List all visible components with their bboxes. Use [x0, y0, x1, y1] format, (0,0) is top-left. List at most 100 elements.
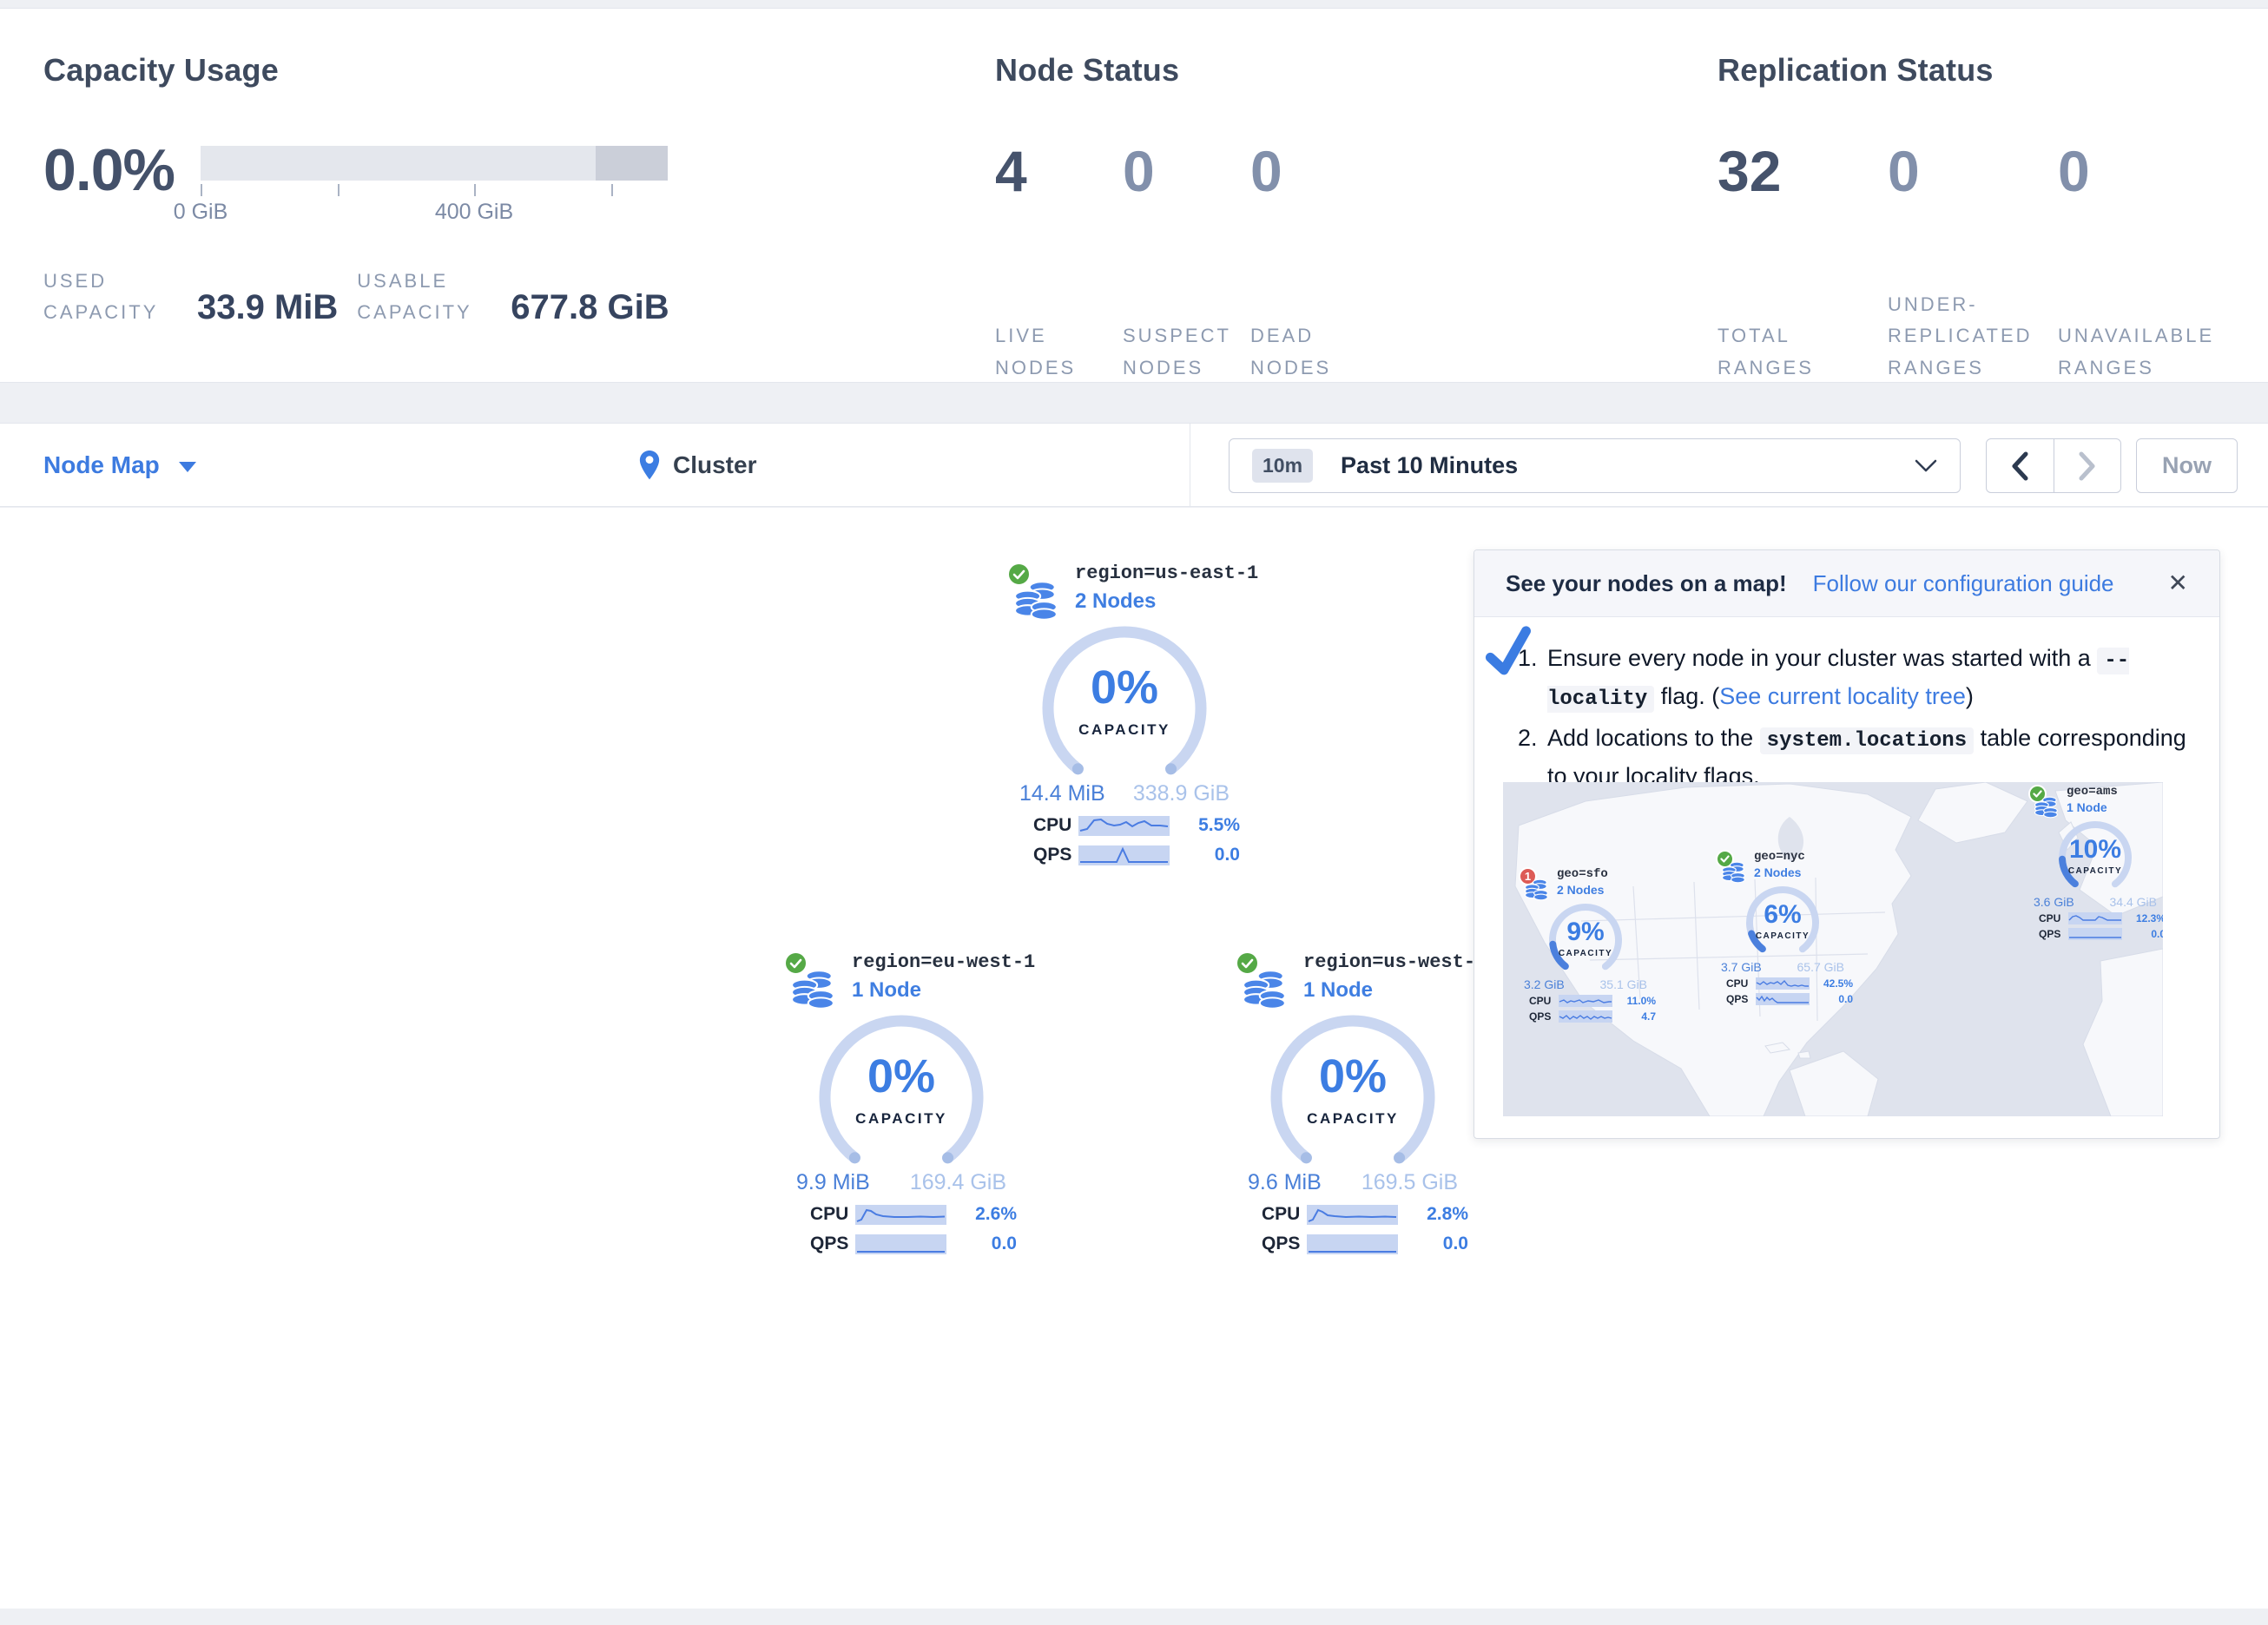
node-total-capacity: 35.1 GiB	[1600, 977, 1647, 991]
under-replicated-ranges-count: 0	[1888, 139, 1920, 203]
cpu-value: 11.0%	[1627, 995, 1656, 1007]
cpu-value: 5.5%	[1198, 815, 1240, 836]
qps-value: 0.0	[992, 1234, 1017, 1254]
node-status-title: Node Status	[995, 52, 1698, 89]
qps-sparkline	[1307, 1234, 1398, 1254]
qps-sparkline	[2068, 928, 2122, 940]
configuration-guide-link[interactable]: Follow our configuration guide	[1813, 570, 2114, 597]
region-total-capacity: 338.9 GiB	[1133, 781, 1230, 806]
node-total-capacity: 34.4 GiB	[2110, 895, 2157, 909]
map-node-count: 2 Nodes	[1557, 883, 1658, 897]
map-node-count: 1 Node	[2067, 800, 2163, 814]
cpu-label: CPU	[2039, 912, 2068, 924]
time-range-badge: 10m	[1252, 449, 1313, 483]
node-map-page: Capacity Usage 0.0% 0 GiB 400 Gi	[0, 0, 2268, 1625]
node-status-section: Node Status 4 0 0 LIVE NODES SUSPECT NOD…	[981, 52, 1698, 382]
qps-label: QPS	[1726, 993, 1756, 1005]
time-step-back-button[interactable]	[1987, 439, 2054, 492]
map-toolbar: Node Map Cluster 10m Past 10 Minutes	[0, 423, 2268, 507]
gauge-capacity-label: CAPACITY	[1538, 949, 1633, 958]
chevron-down-icon	[1915, 459, 1937, 473]
node-used-capacity: 3.2 GiB	[1524, 977, 1565, 991]
capacity-percent: 0.0%	[43, 141, 175, 200]
capacity-gauge: 0% CAPACITY	[810, 1015, 992, 1168]
dead-nodes-label: DEAD NODES	[1250, 325, 1331, 378]
qps-metric-row: QPS 0.0	[1262, 1234, 1468, 1254]
view-selector-dropdown[interactable]: Node Map	[43, 424, 196, 506]
gauge-capacity-label: CAPACITY	[1735, 931, 1830, 941]
gauge-percent: 0%	[810, 1053, 992, 1100]
locality-tree-link[interactable]: See current locality tree	[1719, 683, 1966, 709]
dead-nodes-count: 0	[1250, 139, 1282, 203]
now-button[interactable]: Now	[2136, 438, 2238, 493]
axis-label-400gib: 400 GiB	[435, 200, 513, 225]
cpu-metric-row: CPU 5.5%	[1033, 815, 1240, 836]
time-range-dropdown[interactable]: 10m Past 10 Minutes	[1229, 438, 1961, 493]
region-card-us-east-1[interactable]: region=us-east-1 2 Nodes 0% CAPACITY 14.…	[1007, 562, 1278, 865]
qps-value: 0.0	[2151, 928, 2163, 940]
capacity-bar-track	[201, 146, 668, 181]
chevron-right-icon	[2078, 451, 2097, 481]
region-card-eu-west-1[interactable]: region=eu-west-1 1 Node 0% CAPACITY 9.9 …	[784, 951, 1055, 1254]
capacity-gauge: 6% CAPACITY	[1735, 883, 1830, 960]
usable-capacity-metric: USABLE CAPACITY 677.8 GiB	[357, 266, 669, 329]
close-icon[interactable]: ✕	[2168, 571, 2188, 595]
map-node-name: geo=nyc	[1754, 850, 1855, 864]
cpu-value: 12.3%	[2136, 912, 2163, 924]
cpu-value: 2.8%	[1427, 1204, 1468, 1225]
region-used-capacity: 9.9 MiB	[796, 1170, 870, 1195]
gauge-percent: 0%	[1262, 1053, 1444, 1100]
gauge-capacity-label: CAPACITY	[1033, 721, 1216, 739]
live-nodes-count: 4	[995, 139, 1027, 203]
qps-sparkline	[855, 1234, 946, 1254]
gauge-percent: 10%	[2047, 837, 2143, 863]
used-capacity-label: USED CAPACITY	[43, 266, 195, 329]
qps-sparkline	[1078, 845, 1170, 865]
cpu-sparkline	[855, 1205, 946, 1225]
usable-capacity-value: 677.8 GiB	[511, 288, 669, 329]
step-done-check-icon	[1483, 626, 1537, 680]
region-used-capacity: 9.6 MiB	[1248, 1170, 1322, 1195]
replication-status-section: Replication Status 32 0 0 TOTAL RANGES U…	[1698, 52, 2268, 382]
map-node-geo-ams: geo=ams 1 Node 10% CAPACITY	[2028, 785, 2163, 940]
used-capacity-metric: USED CAPACITY 33.9 MiB	[43, 266, 338, 329]
cpu-sparkline	[1307, 1205, 1398, 1225]
nodes-on-map-popup: See your nodes on a map! Follow our conf…	[1474, 549, 2220, 1139]
region-used-capacity: 14.4 MiB	[1019, 781, 1105, 806]
node-used-capacity: 3.6 GiB	[2034, 895, 2074, 909]
gauge-capacity-label: CAPACITY	[2047, 866, 2143, 876]
capacity-gauge: 0% CAPACITY	[1033, 626, 1216, 780]
qps-label: QPS	[1529, 1010, 1559, 1023]
cpu-value: 42.5%	[1823, 977, 1853, 990]
qps-label: QPS	[2039, 928, 2068, 940]
region-node-count: 2 Nodes	[1075, 589, 1278, 614]
caret-down-icon	[179, 462, 196, 472]
cluster-summary-panel: Capacity Usage 0.0% 0 GiB 400 Gi	[0, 8, 2268, 383]
cpu-label: CPU	[1033, 815, 1078, 836]
capacity-gauge: 9% CAPACITY	[1538, 900, 1633, 977]
time-step-forward-button[interactable]	[2054, 439, 2121, 492]
node-total-capacity: 65.7 GiB	[1797, 960, 1844, 974]
unavailable-ranges-label: UNAVAILABLE RANGES	[2058, 325, 2214, 378]
region-name: region=us-east-1	[1075, 562, 1278, 584]
capacity-bar-reserved-segment	[596, 146, 668, 181]
map-node-geo-sfo: 1 geo=sfo 2 Nodes 9% CAPACITY	[1519, 867, 1658, 1023]
gauge-capacity-label: CAPACITY	[1262, 1110, 1444, 1128]
live-nodes-label: LIVE NODES	[995, 325, 1076, 378]
qps-value: 0.0	[1443, 1234, 1468, 1254]
gauge-percent: 6%	[1735, 902, 1830, 928]
breadcrumb[interactable]: Cluster	[638, 424, 756, 506]
map-node-count: 2 Nodes	[1754, 865, 1855, 879]
gauge-capacity-label: CAPACITY	[810, 1110, 992, 1128]
qps-label: QPS	[1262, 1234, 1307, 1254]
region-card-us-west-1[interactable]: region=us-west-1 1 Node 0% CAPACITY 9.6 …	[1236, 951, 1507, 1254]
axis-label-0gib: 0 GiB	[174, 200, 228, 225]
cpu-sparkline	[1078, 816, 1170, 836]
time-range-label: Past 10 Minutes	[1341, 452, 1518, 479]
qps-value: 0.0	[1215, 845, 1240, 865]
gauge-percent: 9%	[1538, 919, 1633, 945]
popup-title: See your nodes on a map!	[1506, 570, 1787, 597]
cpu-label: CPU	[1262, 1204, 1307, 1225]
chevron-left-icon	[2010, 451, 2029, 481]
region-total-capacity: 169.5 GiB	[1361, 1170, 1458, 1195]
